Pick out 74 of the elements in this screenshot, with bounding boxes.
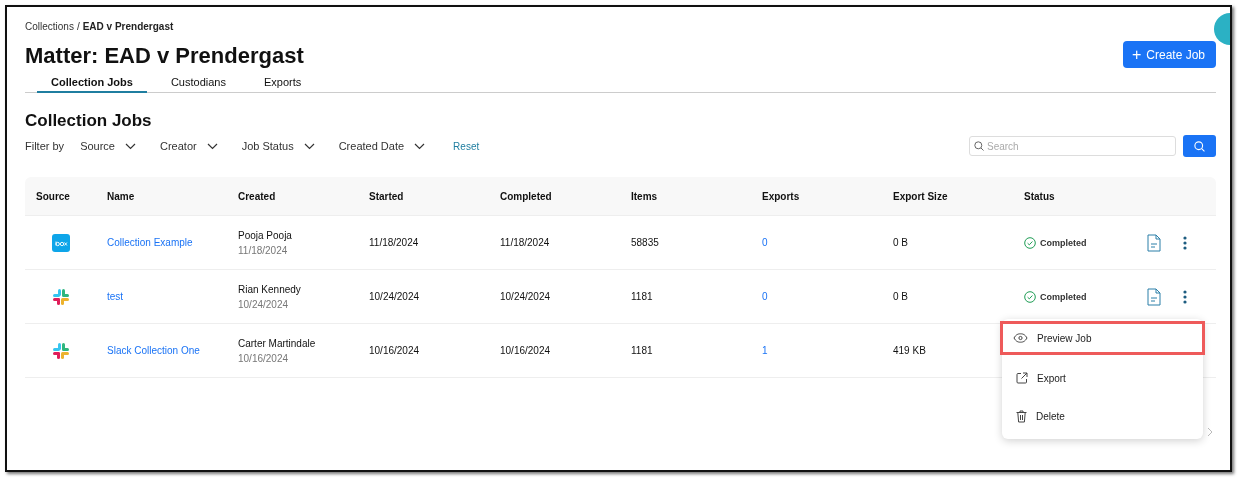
page-title: Matter: EAD v Prendergast <box>25 42 304 70</box>
table-cell: 1181 <box>631 345 653 356</box>
reset-link[interactable]: Reset <box>453 140 480 152</box>
table-cell: 10/24/2024 <box>369 291 420 302</box>
column-header: Started <box>369 190 404 202</box>
chevron-right-icon[interactable] <box>1207 427 1213 437</box>
more-options-icon[interactable] <box>1183 235 1187 250</box>
status-text: Completed <box>1040 237 1087 248</box>
document-icon[interactable] <box>1147 233 1161 252</box>
search-field[interactable]: Search <box>969 136 1176 156</box>
table-cell: 0 B <box>893 291 908 302</box>
filter-dropdown[interactable]: Creator <box>160 140 218 152</box>
eye-icon <box>1013 333 1028 343</box>
exports-link[interactable]: 1 <box>762 345 768 356</box>
column-header: Export Size <box>893 190 948 202</box>
table-cell: 11/18/2024 <box>369 237 419 248</box>
menu-item[interactable]: Preview Job <box>1000 321 1205 355</box>
column-header: Source <box>36 190 70 202</box>
tab[interactable]: Collection Jobs <box>37 72 147 93</box>
search-icon <box>1194 140 1205 152</box>
document-icon[interactable] <box>1147 287 1161 306</box>
section-title: Collection Jobs <box>25 111 153 131</box>
column-header: Created <box>238 190 276 202</box>
table-cell: 10/24/2024 <box>500 291 551 302</box>
create-job-button[interactable]: + Create Job <box>1122 41 1216 68</box>
breadcrumb-current: EAD v Prendergast <box>82 21 174 32</box>
menu-item[interactable]: Delete <box>1002 397 1203 435</box>
search-button[interactable] <box>1183 135 1216 157</box>
created-date: 10/16/2024 <box>238 352 289 364</box>
table-cell: 10/16/2024 <box>369 345 420 356</box>
column-header: Status <box>1024 190 1055 202</box>
search-icon <box>974 141 984 151</box>
filter-dropdown[interactable]: Created Date <box>338 140 426 152</box>
exports-link[interactable]: 0 <box>762 291 768 302</box>
job-name-link[interactable]: Collection Example <box>107 237 193 248</box>
chevron-down-icon <box>303 142 315 150</box>
external-link-icon <box>1016 372 1028 384</box>
column-header: Name <box>107 190 135 202</box>
table-cell: 419 KB <box>893 345 926 356</box>
menu-item[interactable]: Export <box>1002 359 1203 397</box>
creator-name: Pooja Pooja <box>238 229 292 241</box>
table-cell: 10/16/2024 <box>500 345 551 356</box>
chevron-down-icon <box>414 142 426 150</box>
slack-logo-icon <box>52 287 70 306</box>
job-name-link[interactable]: test <box>107 291 124 302</box>
column-header: Exports <box>762 190 800 202</box>
table-cell: 0 B <box>893 237 908 248</box>
box-logo-icon <box>52 233 70 252</box>
chevron-down-icon <box>125 142 136 150</box>
breadcrumb-link[interactable]: Collections <box>25 21 74 32</box>
filter-label: Filter by <box>25 140 65 152</box>
creator-name: Carter Martindale <box>238 337 316 349</box>
breadcrumb-separator: / <box>76 21 80 32</box>
exports-link[interactable]: 0 <box>762 237 768 248</box>
column-header: Items <box>631 190 658 202</box>
created-date: 10/24/2024 <box>238 298 289 310</box>
filter-dropdown[interactable]: Job Status <box>241 140 315 152</box>
status-text: Completed <box>1040 291 1087 302</box>
chevron-down-icon <box>206 142 218 150</box>
created-date: 11/18/2024 <box>238 244 288 256</box>
trash-icon <box>1016 409 1027 423</box>
column-header: Completed <box>500 190 552 202</box>
creator-name: Rian Kennedy <box>238 283 301 295</box>
more-options-icon[interactable] <box>1183 289 1187 304</box>
check-circle-icon <box>1024 290 1036 303</box>
table-cell: 58835 <box>631 237 659 248</box>
tab[interactable]: Exports <box>249 72 316 93</box>
tab[interactable]: Custodians <box>156 72 240 93</box>
check-circle-icon <box>1024 236 1036 249</box>
job-name-link[interactable]: Slack Collection One <box>107 345 200 356</box>
slack-logo-icon <box>52 341 70 360</box>
table-cell: 1181 <box>631 291 653 302</box>
table-cell: 11/18/2024 <box>500 237 550 248</box>
filter-dropdown[interactable]: Source <box>80 140 136 152</box>
